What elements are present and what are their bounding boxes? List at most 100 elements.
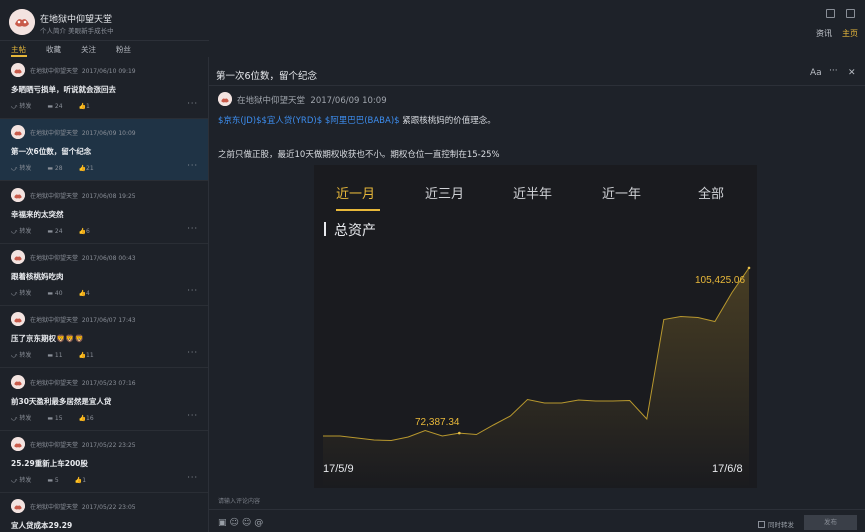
repost-button[interactable]: ⤻ 转发	[11, 288, 39, 298]
stock-link-jd[interactable]: $京东(JD)$	[218, 116, 262, 126]
avatar[interactable]	[11, 436, 25, 451]
feed-post[interactable]: 在地狱中仰望天堂 2017/06/09 10:09 第一次6位数，留个纪念 ⤻ 转发…	[0, 119, 208, 182]
stock-link-baba[interactable]: $阿里巴巴(BABA)$	[325, 116, 400, 126]
avatar[interactable]	[11, 249, 25, 264]
post-actions: ⤻ 转发 ▬ 40 👍4	[11, 288, 106, 298]
comment-button[interactable]: ▬ 15	[47, 415, 70, 422]
feed-post[interactable]: 在地狱中仰望天堂 2017/06/07 17:43 压了京东期权🦁🦁🦁 ⤻ 转发 ▬ …	[0, 306, 208, 369]
post-author[interactable]: 在地狱中仰望天堂	[30, 193, 78, 200]
comment-button[interactable]: ▬ 11	[47, 352, 70, 359]
post-title[interactable]: 第一次6位数，留个纪念	[11, 146, 91, 157]
avatar[interactable]	[11, 312, 25, 327]
comment-count: 15	[54, 414, 63, 422]
post-author[interactable]: 在地狱中仰望天堂	[30, 504, 78, 511]
like-button[interactable]: 👍21	[79, 165, 102, 172]
avatar[interactable]	[11, 63, 25, 77]
comment-button[interactable]: ▬ 24	[47, 103, 70, 110]
asset-chart: 72,387.34 105,425.06 17/5/9 17/6/8	[323, 266, 751, 488]
author-avatar[interactable]	[218, 92, 232, 106]
avatar[interactable]	[11, 499, 25, 514]
repost-button[interactable]: ⤻ 转发	[11, 475, 39, 485]
avatar[interactable]	[11, 187, 25, 202]
tab-home[interactable]: 主页	[842, 28, 858, 39]
edit-icon[interactable]	[826, 9, 835, 18]
post-author[interactable]: 在地狱中仰望天堂	[237, 96, 305, 106]
app-window: 在地狱中仰望天堂 个人简介 美眼新手成长中 资讯 主页 主帖 收藏 关注 粉丝 …	[0, 0, 865, 532]
repost-checkbox[interactable]: 同时转发	[758, 519, 794, 529]
more-icon[interactable]: ···	[187, 99, 198, 108]
post-author[interactable]: 在地狱中仰望天堂	[30, 130, 78, 137]
send-button[interactable]: 发布	[804, 515, 857, 530]
repost-button[interactable]: ⤻ 转发	[11, 350, 39, 360]
post-author[interactable]: 在地狱中仰望天堂	[30, 380, 78, 387]
comment-button[interactable]: ▬ 5	[47, 477, 66, 484]
repost-button[interactable]: ⤻ 转发	[11, 101, 39, 111]
like-button[interactable]: 👍16	[79, 415, 102, 422]
repost-button[interactable]: ⤻ 转发	[11, 163, 39, 173]
more-icon[interactable]: ···	[187, 224, 198, 233]
post-title[interactable]: 25.29重新上车200股	[11, 458, 88, 469]
repost-button[interactable]: ⤻ 转发	[11, 413, 39, 423]
post-title[interactable]: 跟着核桃妈吃肉	[11, 271, 64, 282]
post-author[interactable]: 在地狱中仰望天堂	[30, 317, 78, 324]
repost-button[interactable]: ⤻ 转发	[11, 226, 39, 236]
repost-label: 转发	[19, 414, 32, 422]
post-meta: 在地狱中仰望天堂 2017/05/22 23:25	[30, 440, 136, 449]
like-button[interactable]: 👍1	[75, 477, 94, 484]
more-icon[interactable]: ···	[187, 161, 198, 170]
post-feed[interactable]: 在地狱中仰望天堂 2017/06/10 09:19 多晒晒亏损单，听说就会涨回去 ⤻…	[0, 57, 209, 532]
feed-post[interactable]: 在地狱中仰望天堂 2017/05/22 23:05宜人贷成本29.29⤻ 转发·…	[0, 493, 208, 532]
like-button[interactable]: 👍4	[79, 290, 98, 297]
comment-button[interactable]: ▬ 40	[47, 290, 70, 297]
repost-label: 转发	[19, 476, 32, 484]
more-icon[interactable]: ···	[187, 411, 198, 420]
feed-post[interactable]: 在地狱中仰望天堂 2017/06/08 19:25 幸福来的太突然 ⤻ 转发 ▬ 24…	[0, 182, 208, 244]
tab-news[interactable]: 资讯	[816, 28, 832, 39]
like-button[interactable]: 👍1	[79, 103, 98, 110]
comment-button[interactable]: ▬ 24	[47, 228, 70, 235]
feed-post[interactable]: 在地狱中仰望天堂 2017/06/10 09:19 多晒晒亏损单，听说就会涨回去 ⤻…	[0, 57, 208, 119]
post-author[interactable]: 在地狱中仰望天堂	[30, 255, 78, 262]
chart-max-point	[747, 266, 751, 270]
post-title[interactable]: 宜人贷成本29.29	[11, 520, 72, 531]
avatar[interactable]	[11, 374, 25, 389]
embedded-chart-image[interactable]: 近一月 近三月 近半年 近一年 全部 总资产 72,387.34 105,425…	[314, 165, 757, 488]
more-button[interactable]: ···	[829, 66, 838, 76]
at-icon[interactable]: @	[254, 518, 263, 528]
font-size-button[interactable]: Aa	[810, 68, 822, 78]
like-button[interactable]: 👍11	[79, 352, 102, 359]
feed-post[interactable]: 在地狱中仰望天堂 2017/06/08 00:43 跟着核桃妈吃肉 ⤻ 转发 ▬ 40…	[0, 244, 208, 306]
emoji-icon[interactable]: ☺	[242, 518, 251, 528]
window-icon[interactable]	[846, 9, 855, 18]
post-title[interactable]: 多晒晒亏损单，听说就会涨回去	[11, 84, 116, 95]
emoji-icon[interactable]: ☺	[230, 518, 239, 528]
tab-posts[interactable]: 主帖	[11, 44, 26, 55]
more-icon[interactable]: ···	[187, 286, 198, 295]
chart-start-date: 17/5/9	[323, 463, 354, 475]
checkbox-box[interactable]	[758, 521, 765, 528]
avatar[interactable]	[11, 125, 25, 140]
feed-post[interactable]: 在地狱中仰望天堂 2017/05/23 07:16 前30天盈利最多居然是宜人贷 ⤻…	[0, 369, 208, 431]
tab-favorites[interactable]: 收藏	[46, 44, 61, 55]
post-title: 第一次6位数，留个纪念	[216, 71, 318, 82]
post-title[interactable]: 压了京东期权🦁🦁🦁	[11, 333, 84, 344]
tab-following[interactable]: 关注	[81, 44, 96, 55]
tab-followers[interactable]: 粉丝	[116, 44, 131, 55]
comment-count: 24	[54, 227, 63, 235]
image-icon[interactable]: ▣	[218, 518, 227, 528]
more-icon[interactable]: ···	[187, 348, 198, 357]
profile-header: 在地狱中仰望天堂 个人简介 美眼新手成长中 资讯 主页	[0, 0, 865, 40]
post-author[interactable]: 在地狱中仰望天堂	[30, 442, 78, 449]
like-button[interactable]: 👍6	[79, 228, 98, 235]
post-title[interactable]: 幸福来的太突然	[11, 209, 64, 220]
more-icon[interactable]: ···	[187, 473, 198, 482]
like-count: 11	[86, 352, 94, 360]
comment-input[interactable]: 请输入评论内容	[218, 496, 260, 505]
feed-post[interactable]: 在地狱中仰望天堂 2017/05/22 23:25 25.29重新上车200股 ⤻ …	[0, 431, 208, 493]
comment-button[interactable]: ▬ 28	[47, 165, 70, 172]
avatar[interactable]	[9, 9, 35, 35]
stock-link-yrd[interactable]: $宜人贷(YRD)$	[262, 116, 323, 126]
post-author[interactable]: 在地狱中仰望天堂	[30, 68, 78, 75]
close-button[interactable]: ✕	[848, 68, 856, 78]
post-title[interactable]: 前30天盈利最多居然是宜人贷	[11, 396, 111, 407]
